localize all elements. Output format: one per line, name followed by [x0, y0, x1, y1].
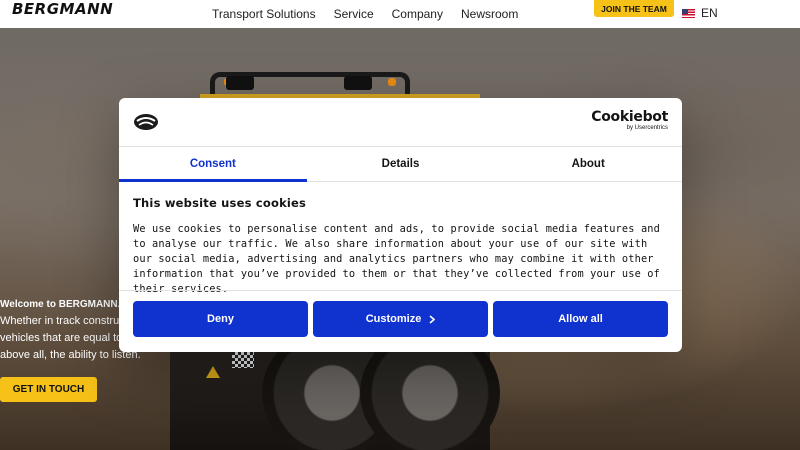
cookie-consent-dialog: Cookiebot by Usercentrics Consent Detail…: [119, 98, 682, 352]
dialog-description: We use cookies to personalise content an…: [133, 223, 660, 295]
cookiebot-by: by Usercentrics: [626, 125, 668, 131]
nav-company[interactable]: Company: [392, 7, 443, 21]
cookiebot-name: Cookiebot: [591, 109, 668, 125]
dialog-body: This website uses cookies We use cookies…: [133, 196, 668, 297]
dialog-header: Cookiebot by Usercentrics: [119, 98, 682, 146]
tab-consent[interactable]: Consent: [119, 147, 307, 182]
deny-label: Deny: [207, 313, 234, 325]
dialog-tabs: Consent Details About: [119, 146, 682, 182]
chevron-right-icon: [429, 314, 436, 324]
allow-all-label: Allow all: [558, 313, 603, 325]
tab-about[interactable]: About: [494, 147, 682, 181]
dialog-title: This website uses cookies: [133, 196, 307, 210]
cookiebot-logo[interactable]: Cookiebot by Usercentrics: [591, 109, 668, 132]
site-header: BERGMANN Transport Solutions Service Com…: [0, 0, 800, 28]
allow-all-button[interactable]: Allow all: [493, 301, 668, 337]
language-selector[interactable]: EN: [682, 6, 718, 20]
us-flag-icon: [682, 8, 695, 18]
nav-transport-solutions[interactable]: Transport Solutions: [212, 7, 316, 21]
site-cookie-logo-icon: [134, 114, 158, 130]
join-the-team-button[interactable]: JOIN THE TEAM: [594, 0, 674, 17]
main-nav: Transport Solutions Service Company News…: [212, 7, 536, 21]
language-label: EN: [701, 6, 718, 20]
deny-button[interactable]: Deny: [133, 301, 308, 337]
bergmann-logo[interactable]: BERGMANN: [12, 0, 113, 18]
dialog-buttons: Deny Customize Allow all: [133, 301, 668, 337]
work-light-icon: [226, 76, 254, 90]
dialog-divider: [119, 290, 682, 291]
get-in-touch-button[interactable]: GET IN TOUCH: [0, 377, 97, 402]
customize-label: Customize: [365, 313, 422, 325]
checker-marking: [232, 352, 254, 368]
work-light-icon: [344, 76, 372, 90]
customize-button[interactable]: Customize: [313, 301, 488, 337]
amber-beacon-icon: [388, 78, 396, 86]
nav-service[interactable]: Service: [334, 7, 374, 21]
nav-newsroom[interactable]: Newsroom: [461, 7, 518, 21]
tab-details[interactable]: Details: [307, 147, 495, 181]
